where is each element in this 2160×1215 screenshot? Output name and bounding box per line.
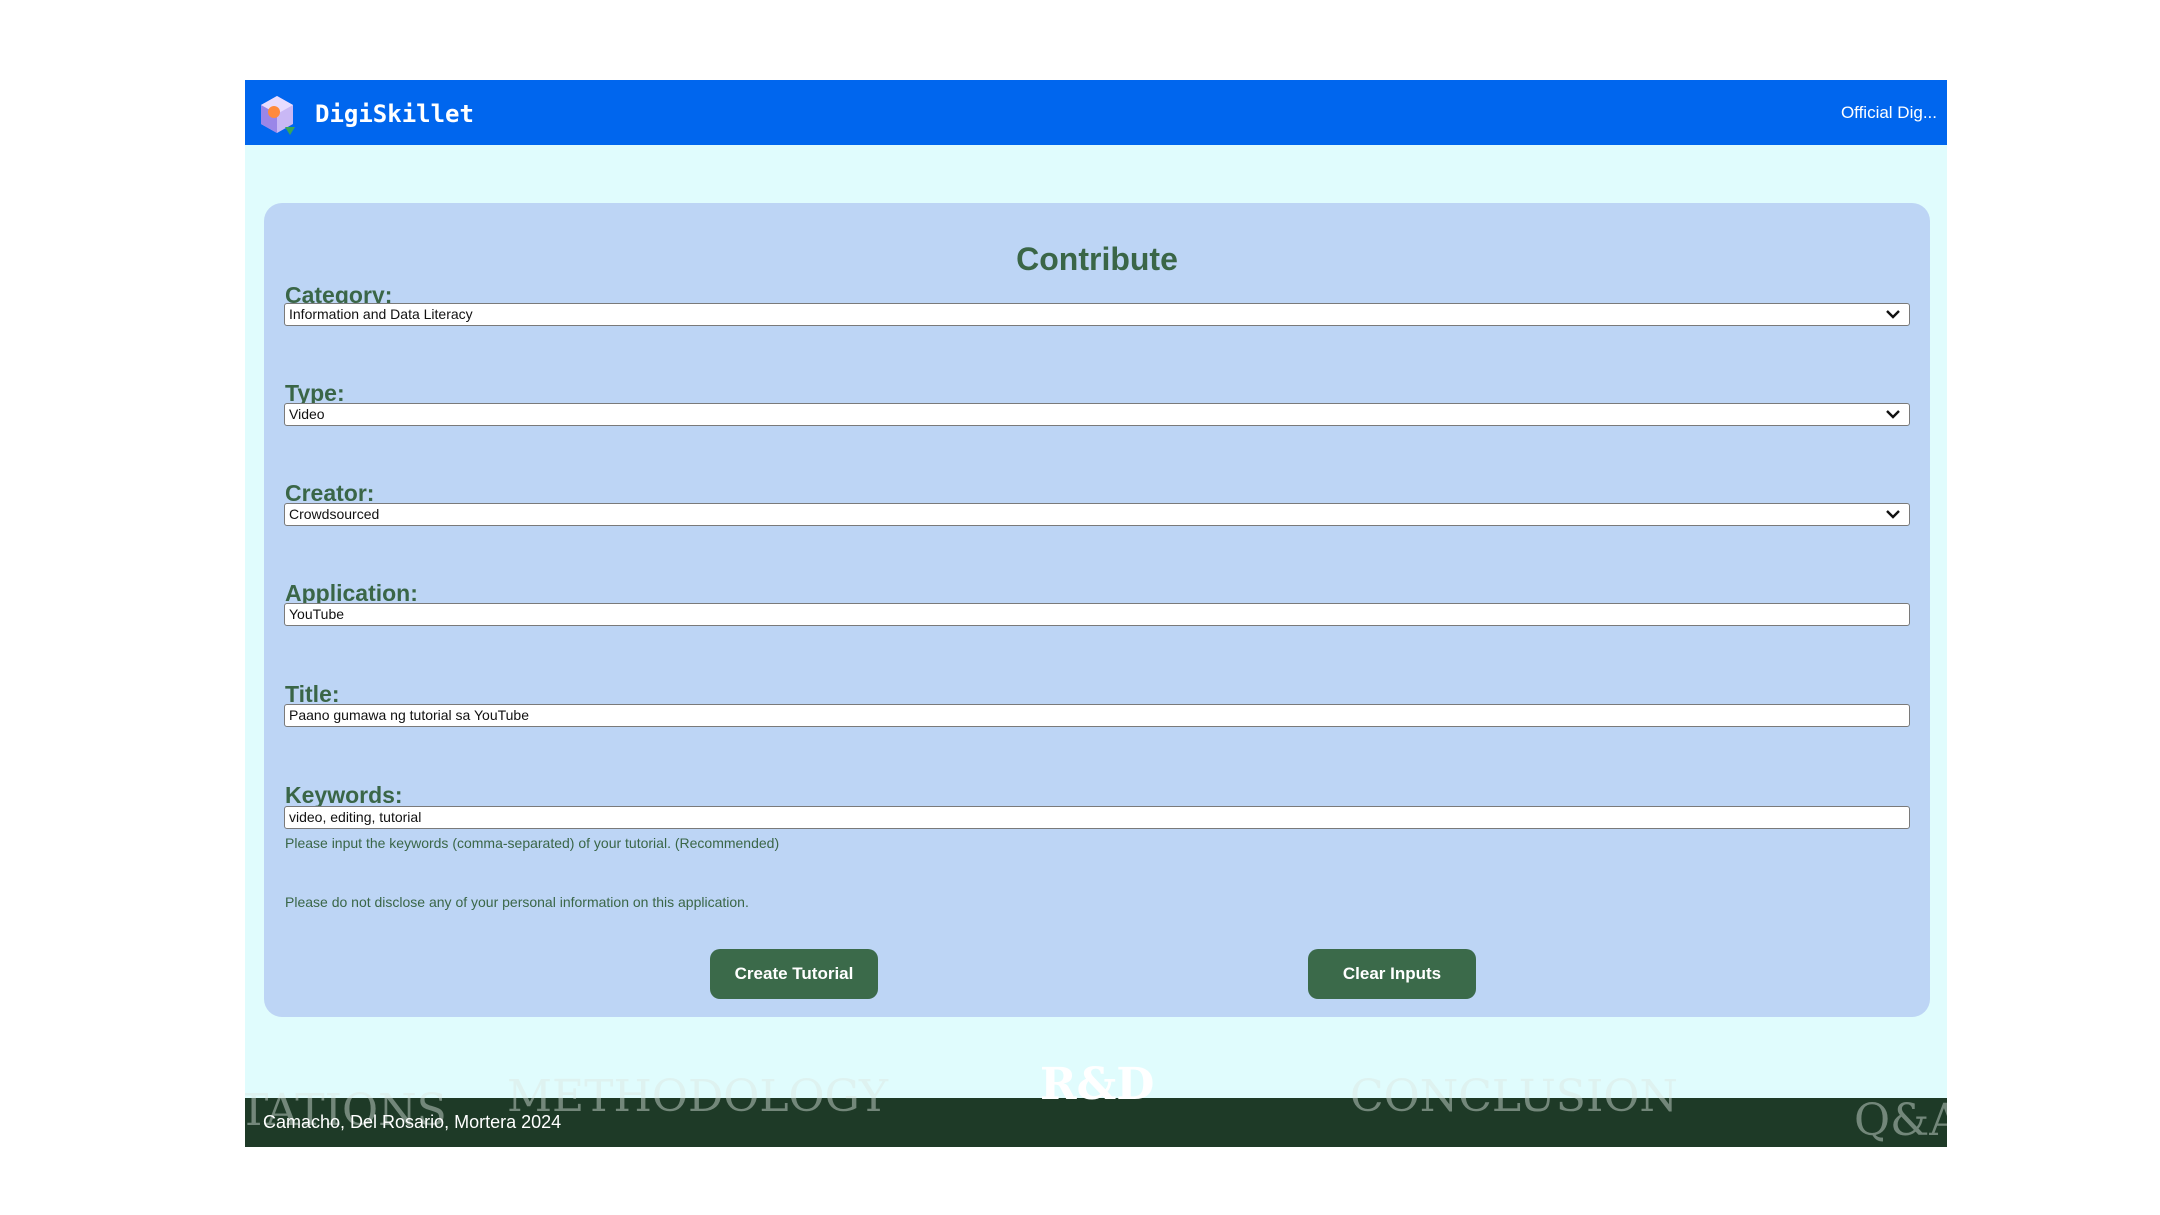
nav-item-qa[interactable]: Q&A [1854, 1096, 1947, 1146]
hexagon-logo-icon[interactable] [255, 93, 299, 137]
nav-item-methodology[interactable]: METHODOLOGY [507, 1072, 888, 1122]
keywords-hint: Please input the keywords (comma-separat… [285, 835, 780, 851]
clear-inputs-button[interactable]: Clear Inputs [1308, 949, 1476, 999]
official-link[interactable]: Official Dig... [1841, 100, 1937, 126]
category-select[interactable]: Information and Data Literacy [284, 303, 1910, 326]
nav-item-rd[interactable]: R&D [1040, 1060, 1154, 1110]
application-value: YouTube [289, 606, 345, 622]
creator-value: Crowdsourced [289, 506, 380, 522]
nav-item-conclusion[interactable]: CONCLUSION [1350, 1072, 1678, 1122]
title-input[interactable]: Paano gumawa ng tutorial sa YouTube [284, 704, 1910, 727]
chevron-down-icon [1886, 410, 1900, 419]
title-value: Paano gumawa ng tutorial sa YouTube [289, 707, 529, 723]
privacy-note: Please do not disclose any of your perso… [285, 894, 749, 910]
chevron-down-icon [1886, 310, 1900, 319]
keywords-value: video, editing, tutorial [289, 809, 422, 825]
create-tutorial-button[interactable]: Create Tutorial [710, 949, 878, 999]
type-select[interactable]: Video [284, 403, 1910, 426]
keywords-input[interactable]: video, editing, tutorial [284, 806, 1910, 829]
credits-text: Camacho, Del Rosario, Mortera 2024 [263, 1112, 562, 1132]
creator-select[interactable]: Crowdsourced [284, 503, 1910, 526]
category-value: Information and Data Literacy [289, 306, 473, 322]
keywords-label: Keywords: [285, 782, 403, 808]
app-screen: DigiSkillet Official Dig... Contribute C… [245, 80, 1947, 1147]
application-input[interactable]: YouTube [284, 603, 1910, 626]
form-title: Contribute [1016, 241, 1178, 277]
contribute-form: Contribute Category: Information and Dat… [264, 203, 1930, 1017]
brand-name[interactable]: DigiSkillet [315, 94, 474, 134]
type-value: Video [289, 406, 325, 422]
chevron-down-icon [1886, 510, 1900, 519]
top-navbar: DigiSkillet Official Dig... [245, 80, 1947, 145]
